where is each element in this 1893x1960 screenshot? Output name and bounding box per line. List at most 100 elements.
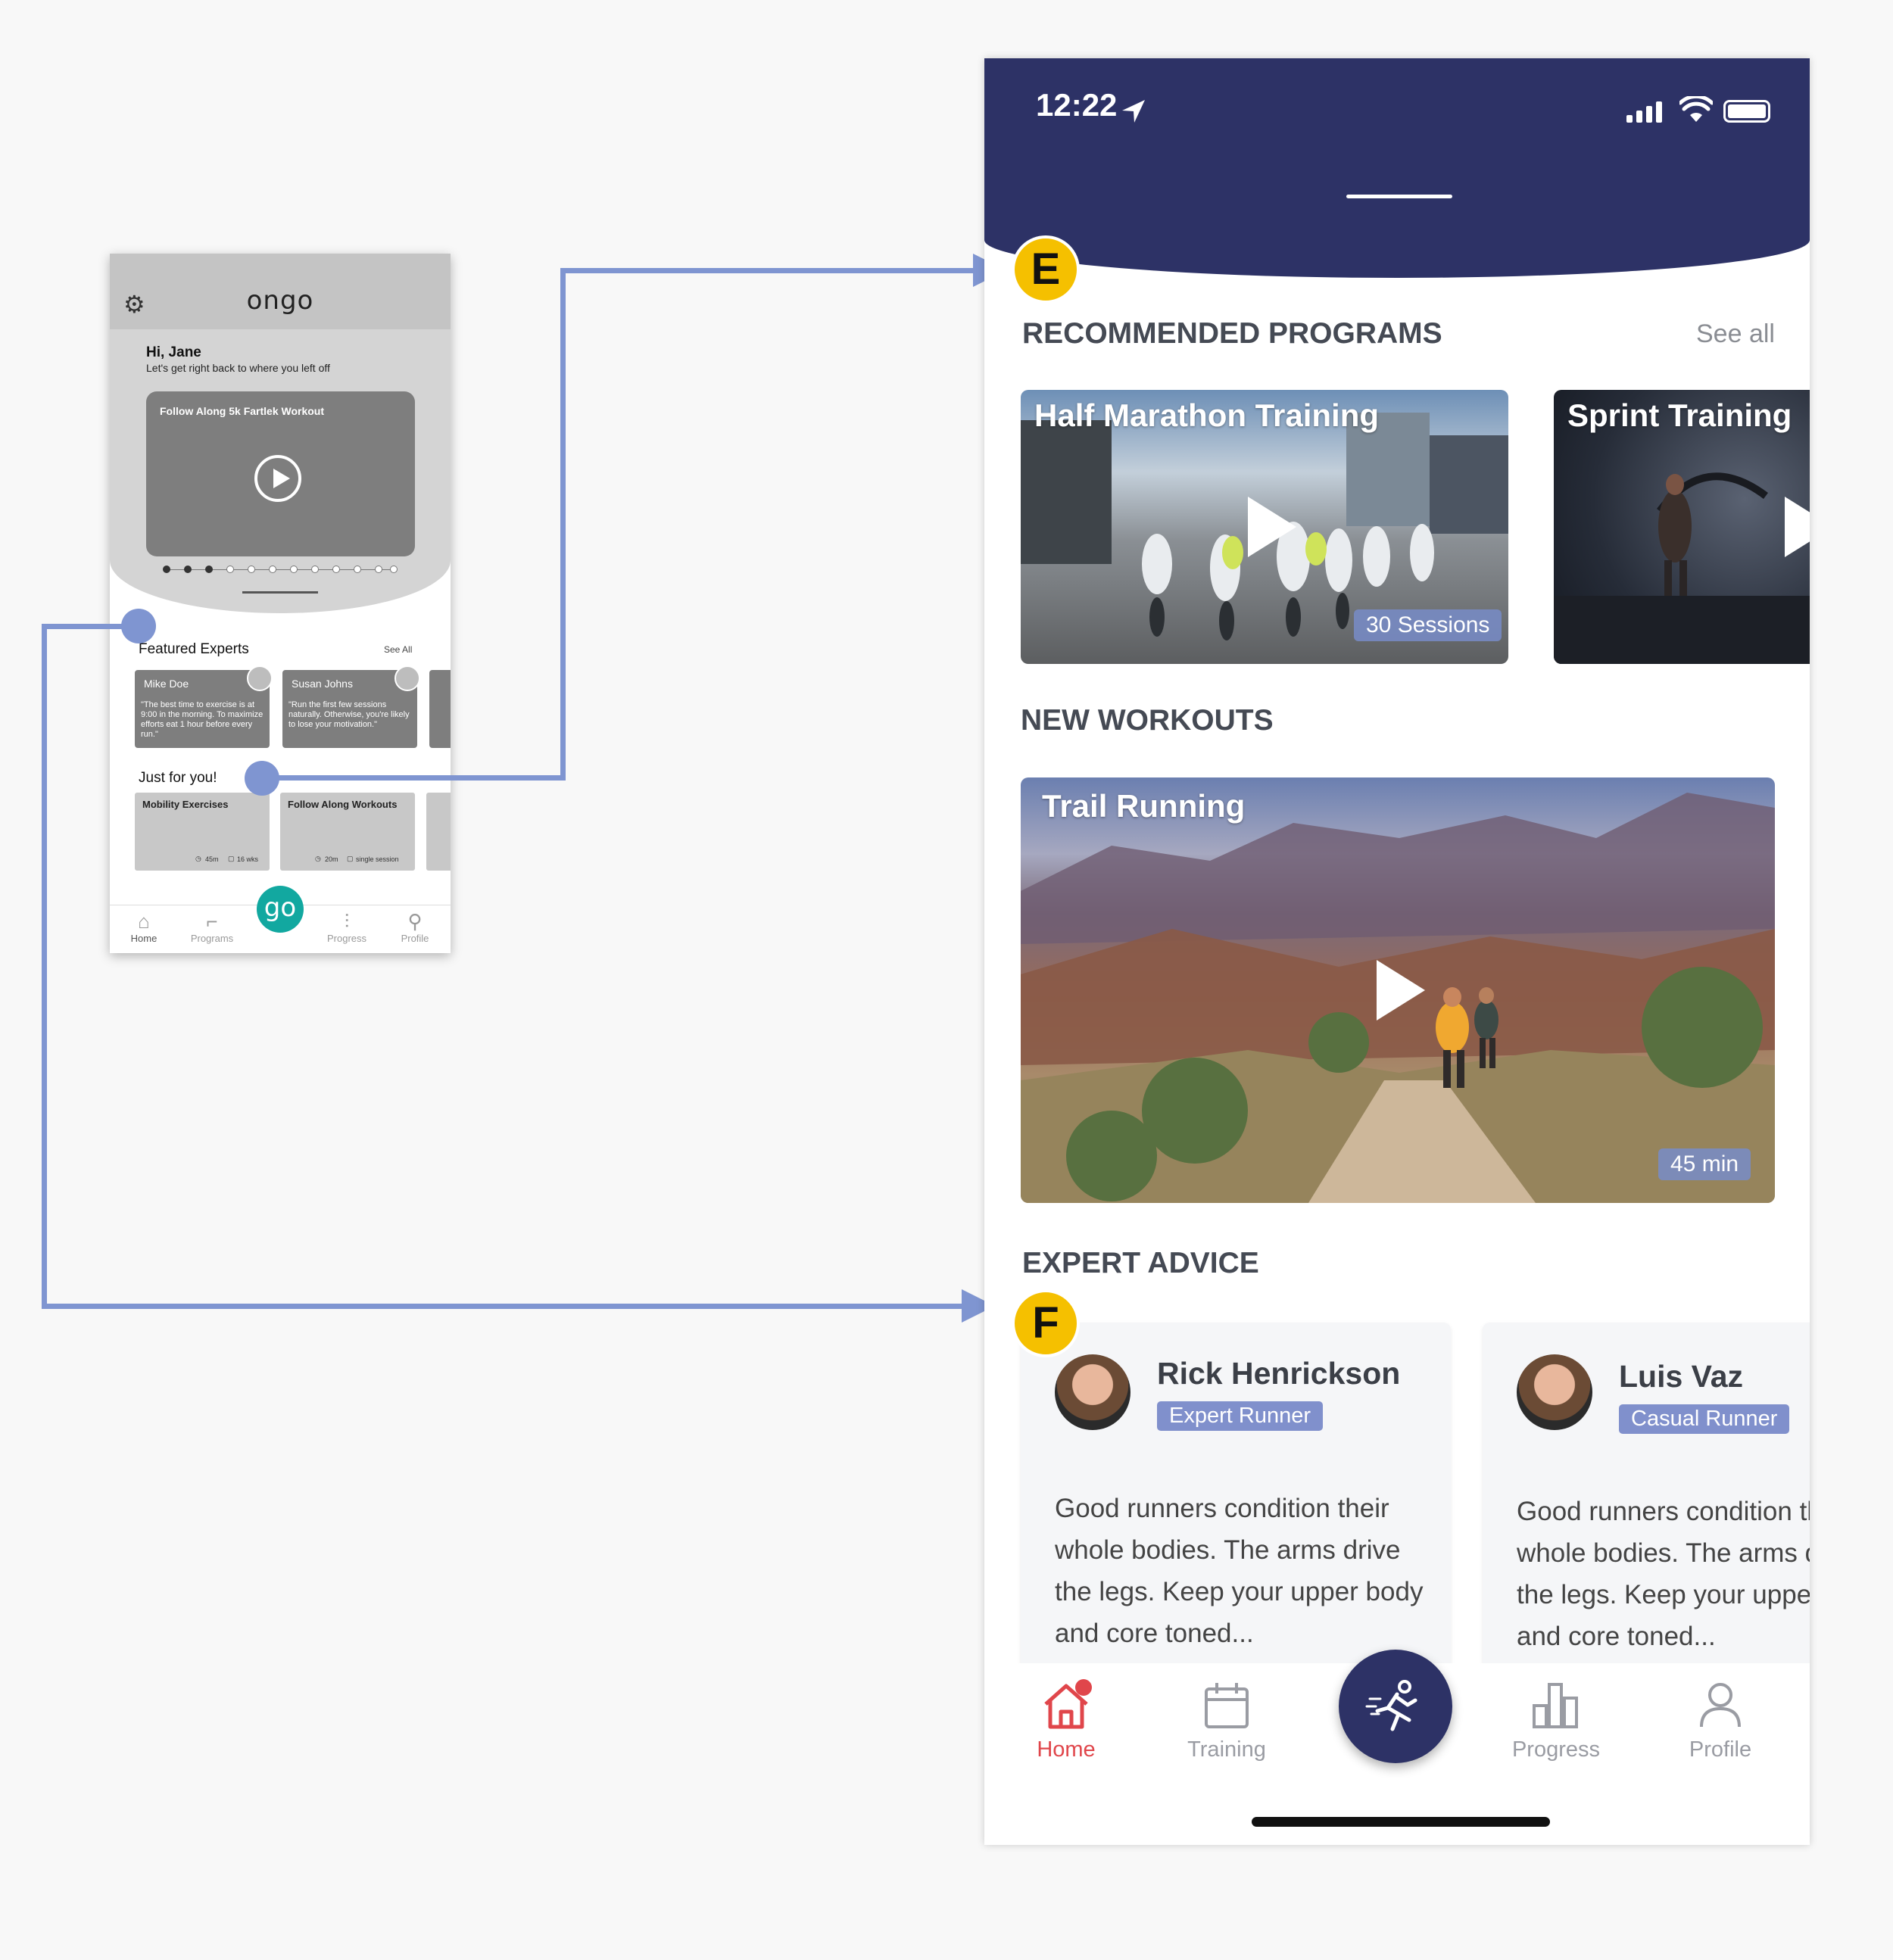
profile-icon — [1700, 1683, 1741, 1728]
pull-handle[interactable] — [1346, 195, 1452, 198]
annotation-badge-f: F — [1012, 1289, 1080, 1357]
wire-drag-handle[interactable] — [242, 591, 318, 594]
see-all-link[interactable]: See all — [1696, 319, 1775, 349]
status-time: 12:22 — [1036, 87, 1118, 123]
avatar — [395, 665, 420, 691]
program-title: Sprint Training — [1567, 397, 1792, 433]
connector-e-line — [261, 775, 566, 781]
wire-go-button[interactable]: go — [257, 886, 304, 933]
wire-tab-label: Progress — [326, 933, 367, 944]
nav-training[interactable]: Training — [1159, 1678, 1295, 1762]
nav-label: Progress — [1511, 1737, 1601, 1762]
nav-label: Home — [1037, 1737, 1096, 1762]
expert-advice-text: Good runners condition their whole bodie… — [1055, 1494, 1424, 1648]
wire-expert-card[interactable]: Mike Doe "The best time to exercise is a… — [135, 665, 273, 748]
cell-signal-icon — [1626, 100, 1669, 126]
wifi-icon — [1679, 96, 1713, 122]
location-arrow-icon — [1122, 100, 1145, 123]
bar-chart-icon — [1533, 1683, 1578, 1728]
wire-workout-duration: 20m — [325, 855, 338, 863]
clock-icon: ◷ — [195, 855, 201, 862]
wire-hero-title: Follow Along 5k Fartlek Workout — [160, 405, 325, 417]
connector-e-node — [245, 761, 279, 796]
wire-workout-duration: 45m — [205, 855, 219, 863]
wire-workout-title: Follow Along Workouts — [288, 799, 398, 810]
wire-logo: ongo — [246, 285, 314, 316]
start-run-button[interactable] — [1339, 1650, 1452, 1763]
calendar-icon: ▢ — [347, 855, 354, 862]
runner-icon — [1365, 1680, 1417, 1731]
wire-subtitle: Let's get right back to where you left o… — [146, 362, 330, 374]
wire-expert-card-partial[interactable] — [429, 670, 451, 748]
wire-tab-label: Programs — [190, 933, 234, 944]
duration-badge: 45 min — [1658, 1148, 1751, 1180]
nav-home[interactable]: Home — [998, 1678, 1134, 1762]
program-title: Half Marathon Training — [1034, 397, 1380, 433]
nav-progress[interactable]: Progress — [1488, 1678, 1624, 1762]
wire-expert-card[interactable]: Susan Johns "Run the first few sessions … — [282, 665, 420, 748]
sessions-badge: 30 Sessions — [1354, 609, 1502, 641]
play-icon[interactable] — [1377, 960, 1425, 1021]
wire-expert-name: Susan Johns — [292, 678, 353, 690]
wire-featured-see-all[interactable]: See All — [384, 644, 412, 655]
wire-expert-name: Mike Doe — [144, 678, 189, 690]
wire-tab-home[interactable]: ⌂ Home — [110, 910, 178, 944]
annotation-badge-e: E — [1012, 235, 1080, 304]
expert-tag: Expert Runner — [1157, 1401, 1323, 1431]
connector-f-node — [121, 609, 156, 643]
wire-workout-title: Mobility Exercises — [142, 799, 229, 810]
connector-f-line — [42, 1304, 973, 1309]
avatar — [247, 665, 273, 691]
avatar — [1055, 1354, 1130, 1430]
home-indicator — [1252, 1817, 1550, 1827]
wire-workout-card-partial[interactable] — [426, 793, 451, 871]
wire-tab-label: Profile — [401, 933, 429, 944]
expert-tag: Casual Runner — [1619, 1404, 1790, 1434]
wire-tab-programs[interactable]: ⌐ Programs — [178, 910, 246, 944]
avatar — [1517, 1354, 1592, 1430]
wire-tab-label: Home — [130, 933, 157, 944]
nav-label: Training — [1187, 1737, 1266, 1762]
program-card-half-marathon[interactable]: Half Marathon Training 30 Sessions — [1021, 390, 1508, 664]
wire-workout-length: single session — [356, 855, 399, 863]
wire-hero-card[interactable]: Follow Along 5k Fartlek Workout — [146, 391, 415, 556]
connector-e-line — [560, 268, 566, 781]
workout-card-trail-running[interactable]: Trail Running 45 min — [1021, 777, 1775, 1203]
wire-just-for-you-title: Just for you! — [139, 770, 217, 786]
programs-icon: ⌐ — [206, 910, 218, 933]
play-icon[interactable] — [254, 455, 301, 502]
connector-e-line — [560, 268, 973, 273]
wire-featured-title: Featured Experts — [139, 641, 249, 657]
wire-expert-quote: "Run the first few sessions naturally. O… — [288, 700, 410, 729]
play-icon[interactable] — [1785, 497, 1810, 557]
wire-workout-length: 16 wks — [237, 855, 259, 863]
wireframe-screen: ⚙ ongo Hi, Jane Let's get right back to … — [110, 254, 451, 953]
home-icon: ⌂ — [138, 910, 150, 933]
expert-advice-title: EXPERT ADVICE — [1022, 1247, 1259, 1279]
wire-workout-card[interactable]: Follow Along Workouts ◷ 20m ▢ single ses… — [280, 793, 415, 871]
workout-title: Trail Running — [1042, 788, 1246, 824]
app-screen: 12:22 RECOMMENDED PROGRAMS See all Half … — [984, 58, 1810, 1845]
wire-carousel-dots[interactable] — [163, 566, 398, 573]
expert-name: Luis Vaz — [1619, 1359, 1744, 1394]
bar-chart-icon: ⫶ — [344, 910, 350, 933]
nav-label: Profile — [1689, 1737, 1752, 1762]
expert-advice-text: Good runners condition their whole bodie… — [1517, 1497, 1810, 1651]
recommended-title: RECOMMENDED PROGRAMS — [1022, 317, 1442, 350]
profile-icon: ⚲ — [407, 910, 423, 933]
program-card-sprint[interactable]: Sprint Training — [1554, 390, 1810, 664]
calendar-icon — [1205, 1683, 1249, 1728]
calendar-icon: ▢ — [228, 855, 235, 862]
connector-f-line — [42, 624, 47, 1308]
battery-icon — [1723, 100, 1770, 123]
wire-tab-profile[interactable]: ⚲ Profile — [381, 910, 449, 944]
expert-name: Rick Henrickson — [1157, 1356, 1401, 1391]
nav-profile[interactable]: Profile — [1652, 1678, 1789, 1762]
expert-card[interactable]: Luis Vaz Casual Runner Good runners cond… — [1483, 1323, 1810, 1678]
wire-expert-quote: "The best time to exercise is at 9:00 in… — [141, 700, 264, 739]
play-icon[interactable] — [1248, 497, 1296, 557]
home-icon — [1044, 1679, 1092, 1729]
expert-card[interactable]: Rick Henrickson Expert Runner Good runne… — [1021, 1323, 1451, 1678]
wire-workout-card[interactable]: Mobility Exercises ◷ 45m ▢ 16 wks — [135, 793, 270, 871]
wire-tab-progress[interactable]: ⫶ Progress — [313, 910, 381, 944]
